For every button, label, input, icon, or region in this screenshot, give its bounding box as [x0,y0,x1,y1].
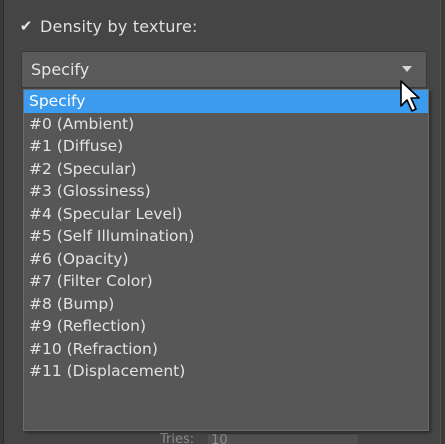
dropdown-option[interactable]: #5 (Self Illumination) [24,225,428,248]
mouse-pointer-icon [400,80,420,112]
tries-label: Tries: [160,432,195,444]
dropdown-option[interactable]: #2 (Specular) [24,158,428,181]
dropdown-option[interactable]: #11 (Displacement) [24,360,428,383]
dropdown-option[interactable]: #4 (Specular Level) [24,203,428,226]
combo-value: Specify [31,60,90,79]
dropdown-options: Specify #0 (Ambient) #1 (Diffuse) #2 (Specu… [24,90,428,383]
texture-map-dropdown-list: Specify #0 (Ambient) #1 (Diffuse) #2 (Specu… [23,89,429,431]
dropdown-option[interactable]: #1 (Diffuse) [24,135,428,158]
options-panel: ✔ Density by texture: Specify Tries: 10 … [0,0,445,444]
dropdown-option[interactable]: #10 (Refraction) [24,338,428,361]
tries-input[interactable]: 10 [208,433,359,444]
panel-scrollbar[interactable] [440,0,445,444]
dropdown-option[interactable]: Specify [24,90,428,113]
dropdown-option[interactable]: #8 (Bump) [24,293,428,316]
dropdown-option[interactable]: #9 (Reflection) [24,315,428,338]
tries-row: Tries: 10 [160,432,359,444]
dropdown-option[interactable]: #3 (Glossiness) [24,180,428,203]
chevron-down-icon[interactable] [402,66,412,72]
panel-left-edge [0,0,4,444]
density-checkbox[interactable]: ✔ [18,18,34,34]
texture-map-select[interactable]: Specify [21,51,427,88]
density-by-texture-row[interactable]: ✔ Density by texture: [18,12,198,40]
dropdown-option[interactable]: #7 (Filter Color) [24,270,428,293]
density-label: Density by texture: [40,16,198,36]
dropdown-option[interactable]: #0 (Ambient) [24,113,428,136]
dropdown-option[interactable]: #6 (Opacity) [24,248,428,271]
